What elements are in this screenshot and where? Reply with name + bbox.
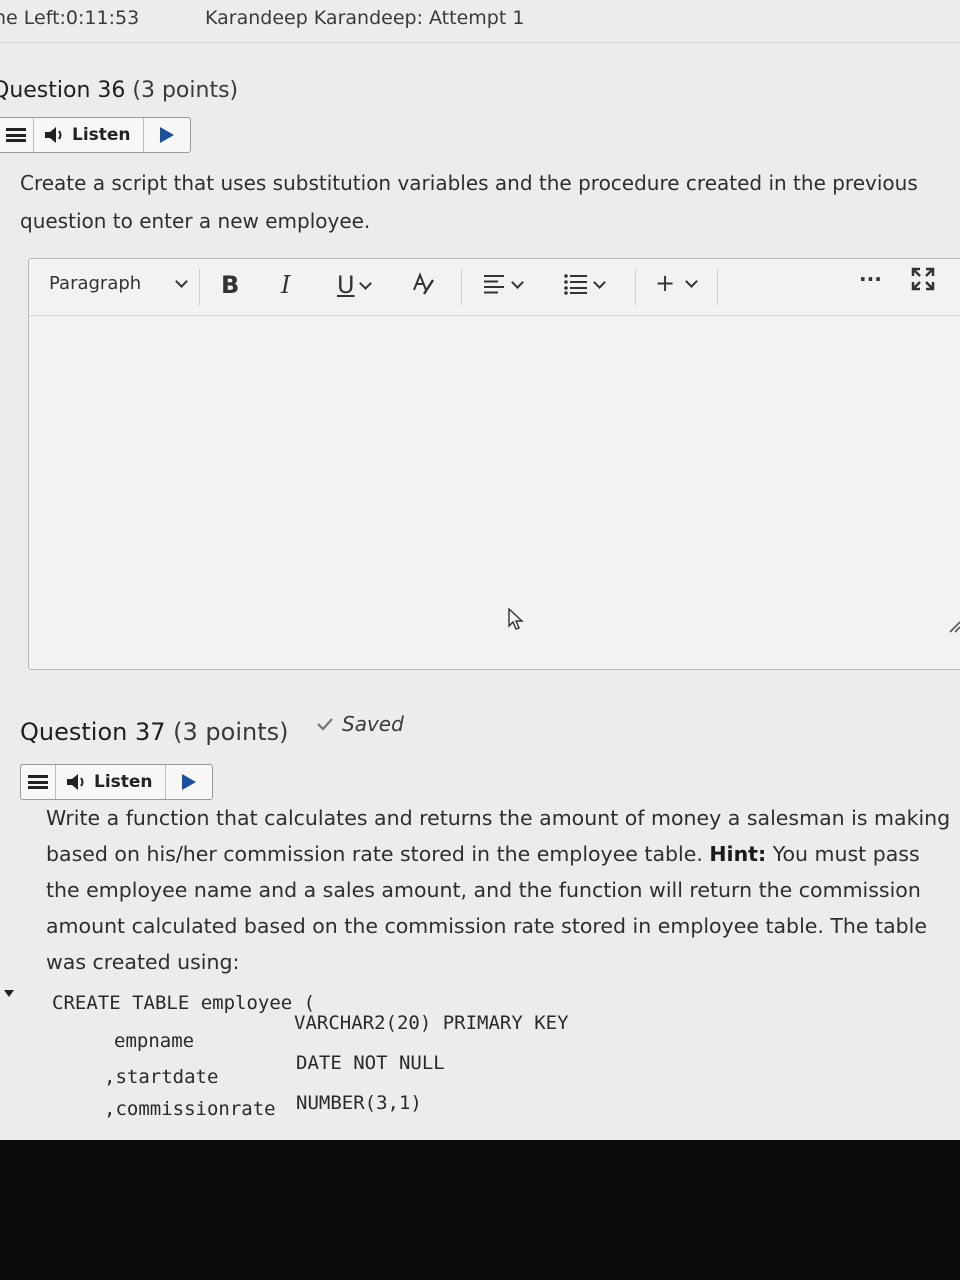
block-format-dropdown[interactable]: Paragraph: [49, 273, 189, 294]
block-format-label: Paragraph: [49, 273, 142, 294]
toolbar-divider: [635, 269, 636, 305]
editor-text-area[interactable]: [29, 316, 960, 669]
quiz-header: ne Left:0:11:53 Karandeep Karandeep: Att…: [0, 0, 960, 43]
saved-label: Saved: [342, 712, 404, 736]
answer-editor: Paragraph B I U + ···: [28, 258, 960, 670]
list-dropdown[interactable]: [563, 273, 606, 295]
checkmark-icon: [317, 718, 333, 731]
editor-toolbar: Paragraph B I U + ···: [29, 259, 960, 316]
code-column-name: ,commissionrate: [104, 1098, 276, 1120]
fullscreen-button[interactable]: [911, 267, 935, 291]
play-button[interactable]: [166, 765, 212, 799]
question-37-prompt: Write a function that calculates and ret…: [46, 800, 951, 980]
chevron-down-icon: [511, 275, 524, 289]
listen-label: Listen: [94, 772, 153, 792]
question-36-points: (3 points): [132, 78, 239, 103]
plus-icon: +: [655, 269, 676, 297]
code-column-name: empname: [114, 1030, 195, 1052]
speaker-icon: [45, 127, 62, 143]
attempt-label: Karandeep Karandeep: Attempt 1: [205, 7, 525, 29]
menu-icon: [6, 128, 26, 142]
quiz-screen: ne Left:0:11:53 Karandeep Karandeep: Att…: [0, 0, 960, 1140]
menu-icon: [28, 775, 48, 789]
code-column-type: DATE NOT NULL: [296, 1052, 445, 1074]
resize-handle-icon[interactable]: [947, 619, 960, 633]
italic-button[interactable]: I: [281, 271, 290, 299]
saved-status: Saved: [316, 712, 404, 736]
text-style-button[interactable]: [411, 271, 437, 297]
more-options-button[interactable]: ···: [859, 267, 882, 291]
hint-label: Hint:: [709, 842, 767, 866]
list-icon: [564, 274, 587, 295]
listen-menu-button[interactable]: [21, 765, 56, 799]
listen-menu-button[interactable]: [0, 118, 34, 152]
align-dropdown[interactable]: [483, 273, 524, 295]
question-36-prompt: Create a script that uses substitution v…: [20, 171, 918, 233]
text-color-icon: [413, 272, 435, 295]
code-create-table: CREATE TABLE employee (: [52, 992, 316, 1014]
question-37-points: (3 points): [173, 718, 289, 746]
play-icon: [181, 774, 196, 790]
toolbar-divider: [717, 269, 718, 305]
collapse-arrow-icon: [4, 990, 14, 997]
listen-button[interactable]: Listen: [56, 765, 166, 799]
code-column-type: VARCHAR2(20) PRIMARY KEY: [294, 1012, 569, 1034]
italic-icon: I: [281, 271, 291, 299]
mouse-cursor-icon: [508, 608, 524, 630]
chevron-down-icon: [593, 275, 606, 289]
question-36-number: Question 36: [0, 78, 126, 103]
expand-icon: [911, 267, 935, 291]
play-icon: [159, 127, 174, 143]
listen-control-36: Listen: [0, 117, 191, 153]
bold-icon: B: [221, 271, 240, 299]
code-column-type: NUMBER(3,1): [296, 1092, 422, 1114]
underline-icon: U: [337, 271, 355, 299]
bold-button[interactable]: B: [221, 271, 239, 299]
time-left: ne Left:0:11:53: [0, 7, 140, 29]
more-icon: ···: [859, 267, 882, 291]
chevron-down-icon: [175, 275, 189, 288]
listen-button[interactable]: Listen: [34, 118, 144, 152]
listen-control-37: Listen: [20, 764, 213, 800]
align-left-icon: [484, 275, 504, 294]
toolbar-divider: [461, 269, 462, 305]
speaker-icon: [67, 774, 84, 790]
question-37-title: Question 37 (3 points): [20, 718, 289, 746]
question-36-title: Question 36 (3 points): [0, 78, 238, 103]
question-37-number: Question 37: [20, 718, 166, 746]
chevron-down-icon: [685, 274, 698, 288]
chevron-down-icon: [358, 276, 372, 290]
underline-dropdown[interactable]: U: [337, 271, 372, 299]
insert-dropdown[interactable]: +: [655, 269, 698, 297]
listen-label: Listen: [72, 125, 131, 145]
toolbar-divider: [199, 269, 200, 305]
play-button[interactable]: [144, 118, 190, 152]
code-column-name: ,startdate: [104, 1066, 219, 1088]
